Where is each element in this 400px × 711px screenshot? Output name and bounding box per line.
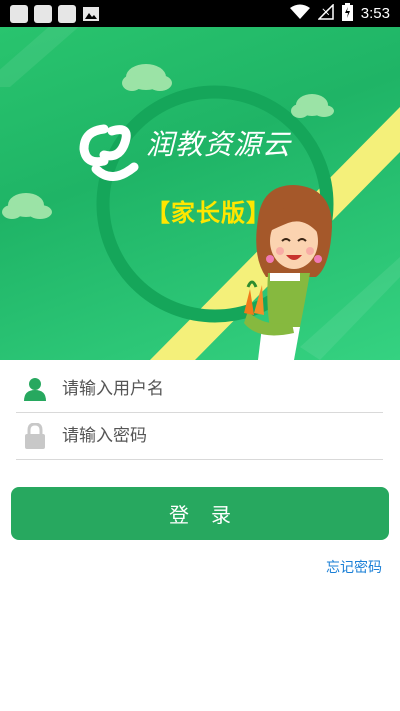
battery-charging-icon [341, 2, 353, 25]
username-input[interactable] [60, 378, 364, 400]
password-field-row [16, 413, 383, 460]
lock-icon [24, 423, 46, 449]
login-button[interactable]: 登录 [11, 487, 389, 540]
user-icon [24, 376, 46, 402]
notification-icon [58, 4, 76, 23]
status-time: 3:53 [360, 5, 390, 22]
password-input[interactable] [60, 425, 364, 447]
edition-label: 【家长版】 [146, 199, 271, 227]
image-icon [82, 6, 100, 22]
notification-icon [10, 4, 28, 23]
app-title: 润教资源云 [146, 128, 292, 161]
wifi-icon [289, 4, 310, 24]
cloud-icon [291, 94, 334, 118]
forgot-password-link[interactable]: 忘记密码 [326, 557, 382, 577]
username-field-row [16, 366, 383, 413]
no-signal-icon [316, 2, 334, 24]
cloud-icon [122, 64, 172, 91]
notification-icon [34, 4, 52, 23]
cloud-icon [2, 193, 52, 219]
status-bar: 3:53 [0, 0, 400, 27]
hero-banner: 润教资源云 【家长版】 [0, 27, 400, 360]
